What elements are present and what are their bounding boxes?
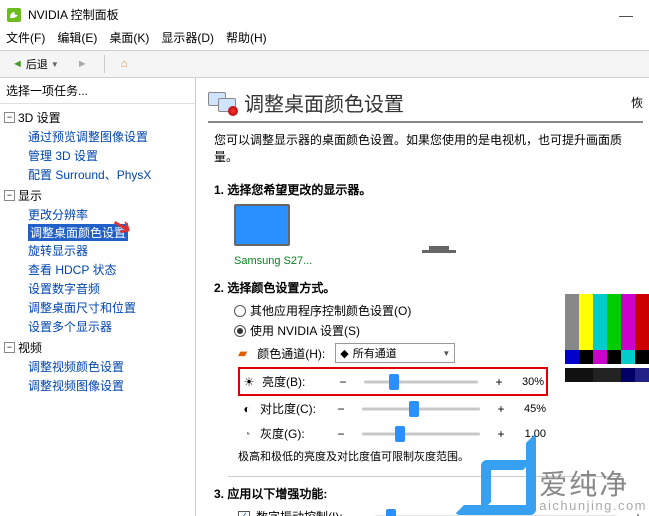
menu-bar: 文件(F) 编辑(E) 桌面(K) 显示器(D) 帮助(H) xyxy=(0,27,649,50)
tree-group-3d-label: 3D 设置 xyxy=(18,109,61,126)
dropdown-chevron-icon: ▼ xyxy=(51,60,59,69)
forward-button[interactable]: ► xyxy=(71,56,94,72)
tree-group-display-label: 显示 xyxy=(18,187,42,204)
radio-checked-icon xyxy=(234,325,246,337)
radio-other-label: 其他应用程序控制颜色设置(O) xyxy=(250,302,411,319)
tree-item-hdcp-status[interactable]: 查看 HDCP 状态 xyxy=(4,260,191,279)
gamma-value: 1.00 xyxy=(512,428,546,440)
monitor-thumbnail[interactable]: Samsung S27... xyxy=(234,204,643,267)
color-reference-bars xyxy=(565,294,649,382)
home-button[interactable]: ⌂ xyxy=(115,56,134,72)
back-button[interactable]: ◄ 后退 ▼ xyxy=(6,54,65,74)
radio-nvidia-label: 使用 NVIDIA 设置(S) xyxy=(250,322,360,339)
menu-display[interactable]: 显示器(D) xyxy=(161,29,214,46)
minus-icon: − xyxy=(349,510,359,516)
minus-icon: − xyxy=(338,375,348,389)
menu-help[interactable]: 帮助(H) xyxy=(226,29,267,46)
tree-item-preview-image[interactable]: 通过预览调整图像设置 xyxy=(4,127,191,146)
brightness-row: ☀ 亮度(B): − + 30% xyxy=(238,367,548,396)
digital-vibrance-slider[interactable] xyxy=(365,509,627,516)
tree-group-video-header[interactable]: − 视频 xyxy=(4,338,191,357)
contrast-row: ◐ 对比度(C): − + 45% xyxy=(238,396,548,421)
minus-icon: − xyxy=(336,402,346,416)
section-3-header: 3. 应用以下增强功能: xyxy=(214,485,643,502)
collapse-icon[interactable]: − xyxy=(4,342,15,353)
section-divider xyxy=(228,476,623,477)
menu-file[interactable]: 文件(F) xyxy=(6,29,45,46)
contrast-label: 对比度(C): xyxy=(260,400,330,417)
tree-item-change-resolution[interactable]: 更改分辨率 xyxy=(4,205,191,224)
forward-arrow-icon: ► xyxy=(77,58,88,70)
contrast-icon: ◐ xyxy=(240,402,254,416)
menu-edit[interactable]: 编辑(E) xyxy=(57,29,97,46)
checkbox-checked-icon[interactable]: ✓ xyxy=(238,511,250,516)
tree-item-surround-physx[interactable]: 配置 Surround、PhysX xyxy=(4,165,191,184)
palette-icon: ▰ xyxy=(238,346,247,360)
page-header-icon xyxy=(208,92,236,114)
section-1-header: 1. 选择您希望更改的显示器。 xyxy=(214,181,643,198)
menu-desktop[interactable]: 桌面(K) xyxy=(109,29,149,46)
tree-item-video-color[interactable]: 调整视频颜色设置 xyxy=(4,357,191,376)
channel-label: 颜色通道(H): xyxy=(257,345,325,362)
tree-item-adjust-color[interactable]: 调整桌面颜色设置 xyxy=(28,224,128,241)
nvidia-logo-icon xyxy=(6,7,22,23)
tree-group-3d-header[interactable]: − 3D 设置 xyxy=(4,108,191,127)
window-title: NVIDIA 控制面板 xyxy=(28,6,119,23)
gamma-icon: ◔ xyxy=(240,427,254,441)
section-enhancements: 3. 应用以下增强功能: ✓ 数字振动控制(I): − + ◕ 色调(U): xyxy=(214,485,643,516)
tree-group-video-label: 视频 xyxy=(18,339,42,356)
sidebar-header: 选择一项任务... xyxy=(0,78,195,104)
title-bar: NVIDIA 控制面板 — xyxy=(0,0,649,27)
tree-group-display-header[interactable]: − 显示 xyxy=(4,186,191,205)
tree-item-rotate-display[interactable]: 旋转显示器 xyxy=(4,241,191,260)
page-header: 调整桌面颜色设置 恢 xyxy=(208,88,643,123)
restore-defaults-link[interactable]: 恢 xyxy=(631,94,643,111)
brightness-label: 亮度(B): xyxy=(262,373,332,390)
toolbar: ◄ 后退 ▼ ► ⌂ xyxy=(0,50,649,78)
tree-group-3d: − 3D 设置 通过预览调整图像设置 管理 3D 设置 配置 Surround、… xyxy=(4,108,191,184)
digital-vibrance-row: ✓ 数字振动控制(I): − + xyxy=(238,508,643,516)
monitor-label: Samsung S27... xyxy=(234,255,643,267)
tree-item-desktop-size[interactable]: 调整桌面尺寸和位置 xyxy=(4,298,191,317)
rgb-icon: ◆ xyxy=(340,347,348,360)
sidebar: 选择一项任务... − 3D 设置 通过预览调整图像设置 管理 3D 设置 配置… xyxy=(0,78,196,516)
nav-tree: − 3D 设置 通过预览调整图像设置 管理 3D 设置 配置 Surround、… xyxy=(0,104,195,397)
brightness-slider[interactable] xyxy=(354,374,488,390)
window-controls: — xyxy=(611,7,641,23)
collapse-icon[interactable]: − xyxy=(4,190,15,201)
brightness-icon: ☀ xyxy=(242,375,256,389)
minus-icon: − xyxy=(336,427,346,441)
tree-item-manage-3d[interactable]: 管理 3D 设置 xyxy=(4,146,191,165)
home-icon: ⌂ xyxy=(121,58,128,70)
page-title: 调整桌面颜色设置 xyxy=(244,88,404,117)
section-select-display: 1. 选择您希望更改的显示器。 Samsung S27... xyxy=(214,181,643,267)
contrast-slider[interactable] xyxy=(352,401,490,417)
dv-label: 数字振动控制(I): xyxy=(256,508,343,516)
tree-item-video-image[interactable]: 调整视频图像设置 xyxy=(4,376,191,395)
channel-select[interactable]: ◆ 所有通道 ▼ xyxy=(335,343,455,363)
gamma-sign: + xyxy=(496,427,506,441)
tree-group-video: − 视频 调整视频颜色设置 调整视频图像设置 xyxy=(4,338,191,395)
gamma-note: 极高和极低的亮度及对比度值可限制灰度范围。 xyxy=(238,448,643,464)
gamma-row: ◔ 灰度(G): − + 1.00 xyxy=(238,421,548,446)
tree-group-display: − 显示 更改分辨率 调整桌面颜色设置 旋转显示器 查看 HDCP 状态 设置数… xyxy=(4,186,191,336)
channel-value: 所有通道 xyxy=(353,345,397,361)
back-arrow-icon: ◄ xyxy=(12,58,23,70)
slider-group: ☀ 亮度(B): − + 30% ◐ 对比度(C): − xyxy=(238,367,548,446)
radio-icon xyxy=(234,305,246,317)
plus-icon: + xyxy=(633,510,643,516)
minimize-button[interactable]: — xyxy=(611,7,641,23)
gamma-label: 灰度(G): xyxy=(260,425,330,442)
toolbar-separator xyxy=(104,55,105,73)
contrast-sign: + xyxy=(496,402,506,416)
contrast-value: 45% xyxy=(512,403,546,415)
brightness-value: 30% xyxy=(510,376,544,388)
tree-item-multi-display[interactable]: 设置多个显示器 xyxy=(4,317,191,336)
brightness-sign: + xyxy=(494,375,504,389)
chevron-down-icon: ▼ xyxy=(442,349,450,358)
collapse-icon[interactable]: − xyxy=(4,112,15,123)
page-description: 您可以调整显示器的桌面颜色设置。如果您使用的是电视机，也可提升画面质量。 xyxy=(214,131,643,165)
tree-item-digital-audio[interactable]: 设置数字音频 xyxy=(4,279,191,298)
gamma-slider[interactable] xyxy=(352,426,490,442)
